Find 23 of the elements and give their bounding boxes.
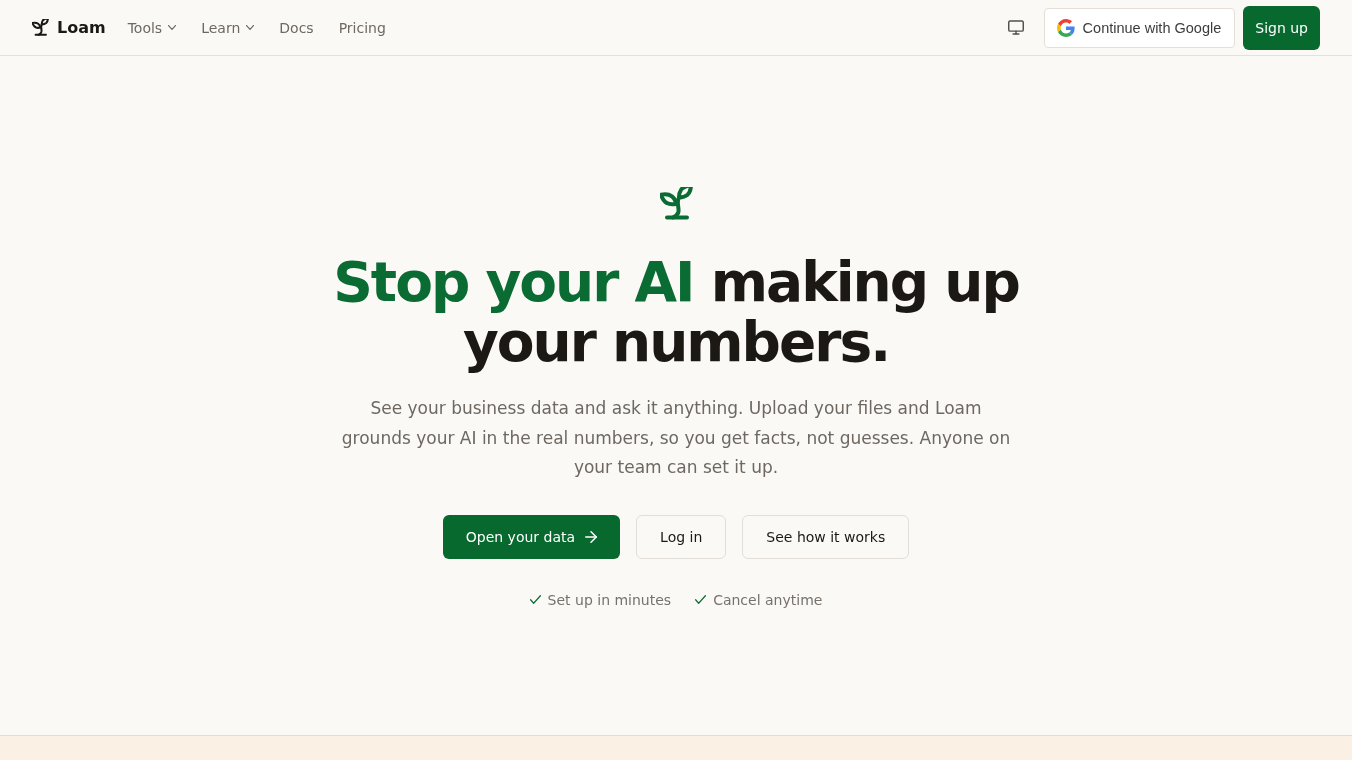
- chevron-down-icon: [246, 25, 255, 30]
- hero-description: See your business data and ask it anything. Upload your files and Loam grounds your AI in the real numbers, so you get facts, not guesses. Anyone on your team can set it up.: [340, 397, 1012, 479]
- check-icon: [529, 595, 541, 604]
- google-signin-button[interactable]: Continue with Google: [1043, 7, 1236, 48]
- monitor-icon[interactable]: [1007, 20, 1024, 35]
- feature-text: Cancel anytime: [713, 591, 823, 608]
- sprout-icon: [32, 19, 49, 36]
- check-icon: [695, 595, 707, 604]
- open-data-button[interactable]: Open your data: [442, 514, 621, 559]
- secondary-button[interactable]: Log in: [636, 514, 727, 559]
- secondary-button[interactable]: See how it works: [742, 514, 910, 559]
- hero-heading: Stop your AI making up your numbers.: [332, 252, 1020, 372]
- nav-link[interactable]: Pricing: [338, 19, 386, 36]
- nav-dropdown[interactable]: Learn: [201, 19, 255, 36]
- sign-up-button[interactable]: Sign up: [1243, 5, 1320, 50]
- nav-link[interactable]: Docs: [279, 19, 314, 36]
- sprout-icon: [659, 187, 693, 220]
- google-g-icon: [1056, 18, 1075, 37]
- brand-name[interactable]: Loam: [57, 18, 106, 37]
- chevron-down-icon: [168, 25, 177, 30]
- nav-dropdown[interactable]: Tools: [127, 19, 177, 36]
- arrow-right-icon: [585, 530, 598, 543]
- feature-text: Set up in minutes: [547, 591, 672, 608]
